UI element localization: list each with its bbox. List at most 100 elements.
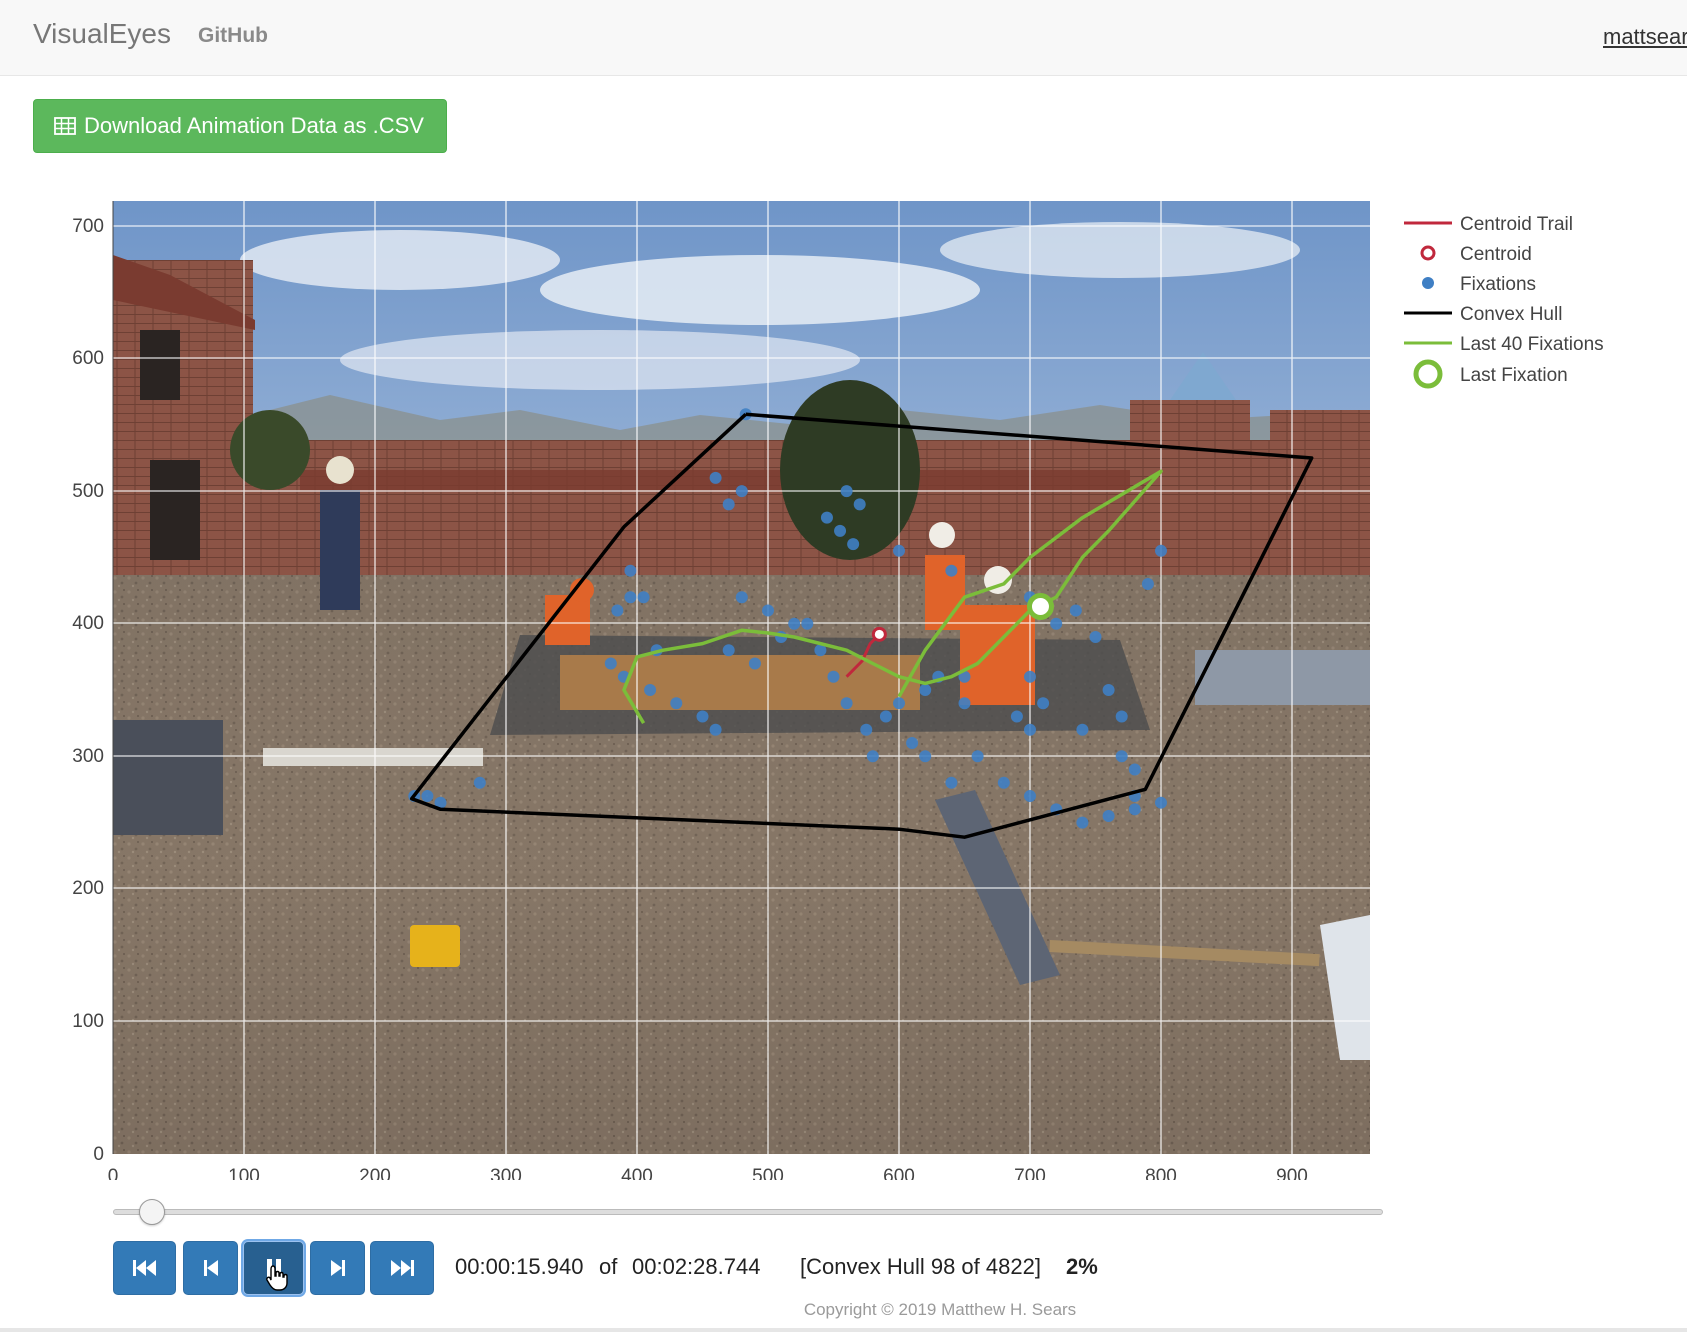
legend-fixations[interactable]: Fixations [1460,274,1536,295]
x-tick: 600 [883,1166,915,1180]
fixation-point [971,750,984,763]
fixation-point [637,591,650,604]
fixation-point [1141,577,1154,590]
x-tick: 100 [228,1166,260,1180]
fixation-point [1115,750,1128,763]
fixation-point [893,544,905,557]
fixation-point [820,511,833,524]
y-tick: 700 [72,216,104,237]
fixation-point [1155,544,1167,557]
fixation-point [1128,803,1141,816]
fixation-point [421,790,434,803]
pause-button[interactable] [243,1241,304,1295]
legend-centroid-trail[interactable]: Centroid Trail [1460,214,1573,235]
current-time: 00:00:15.940 [455,1254,584,1279]
fixation-plot[interactable]: 0 100 200 300 400 500 600 700 800 900 0 … [0,180,1687,1180]
download-csv-button[interactable]: Download Animation Data as .CSV [33,99,447,153]
x-tick: 700 [1014,1166,1046,1180]
fixation-point [840,485,853,498]
x-tick: 0 [108,1166,119,1180]
y-tick: 400 [72,613,104,634]
fixation-point [709,723,722,736]
fixation-point [840,697,853,710]
y-tick: 500 [72,481,104,502]
legend-centroid[interactable]: Centroid [1460,244,1532,265]
legend-convex-hull[interactable]: Convex Hull [1460,304,1562,325]
x-tick: 400 [621,1166,653,1180]
fixation-point [1155,796,1167,809]
y-tick: 100 [72,1011,104,1032]
hand-cursor-icon [266,1265,288,1291]
fixation-point [1024,723,1036,736]
step-back-button[interactable] [183,1241,238,1295]
x-tick: 200 [359,1166,391,1180]
x-axis-ticks: 0 100 200 300 400 500 600 700 800 900 [108,1166,1308,1180]
fixation-point [1076,723,1089,736]
navbar: VisualEyes GitHub mattsear [0,0,1687,76]
centroid-marker [871,626,887,642]
fixation-point [722,498,735,511]
fixation-point [611,604,624,617]
legend-centroid-swatch [1420,245,1436,261]
app-root: VisualEyes GitHub mattsear Download Anim… [0,0,1687,1332]
skip-to-end-button[interactable] [370,1241,434,1295]
y-tick: 600 [72,348,104,369]
timeline-slider[interactable] [113,1209,1383,1215]
fixation-point [919,684,932,697]
fixation-point [1024,790,1036,803]
github-link[interactable]: GitHub [198,24,268,48]
progress-percent: 2% [1066,1254,1098,1279]
fixation-point [1076,816,1089,829]
fixation-point [473,776,486,789]
fixation-point [788,617,801,630]
legend-last-40-fixations[interactable]: Last 40 Fixations [1460,334,1604,355]
legend-last-fixation-swatch [1413,359,1443,389]
fixation-point [1128,763,1141,776]
y-tick: 200 [72,878,104,899]
fixation-point [748,657,761,670]
fixation-point [696,710,709,723]
background-photo [113,201,1370,1154]
fixation-point [997,776,1010,789]
skip-to-start-button[interactable] [113,1241,176,1295]
copyright: Copyright © 2019 Matthew H. Sears [803,1300,1077,1319]
download-csv-label: Download Animation Data as .CSV [84,113,424,138]
fixation-point [945,564,958,577]
footer-bar [0,1328,1687,1332]
time-of-label: of [599,1254,618,1279]
fixation-point [801,617,814,630]
fixation-point [735,485,748,498]
fixation-point [624,564,637,577]
fixation-point [860,723,873,736]
x-tick: 900 [1276,1166,1308,1180]
fixation-point [1010,710,1023,723]
fixation-point [735,591,748,604]
step-forward-button[interactable] [310,1241,365,1295]
last-fixation-marker [1026,592,1054,620]
total-time: 00:02:28.744 [632,1254,761,1279]
y-tick: 300 [72,746,104,767]
hull-status: [Convex Hull 98 of 4822] [800,1254,1041,1279]
timeline-slider-thumb[interactable] [139,1199,166,1225]
legend-last-fixation[interactable]: Last Fixation [1460,365,1568,386]
x-tick: 800 [1145,1166,1177,1180]
fixation-point [847,538,860,551]
fixation-point [1102,684,1115,697]
fixation-point [906,737,919,750]
fixation-point [827,670,840,683]
fixation-point [1102,809,1115,822]
fixation-point [853,498,866,511]
user-link[interactable]: mattsear [1603,24,1687,50]
legend: Centroid Trail Centroid Fixations Convex… [1404,214,1604,389]
x-tick: 500 [752,1166,784,1180]
fixation-point [879,710,892,723]
fixation-point [709,471,722,484]
fixation-point [893,697,905,710]
fixation-point [919,750,932,763]
fixation-point [1089,630,1102,643]
brand-logo[interactable]: VisualEyes [33,18,171,50]
skip-end-icon [391,1260,414,1276]
step-back-icon [203,1260,218,1276]
y-tick: 0 [93,1144,104,1165]
legend-fixations-swatch [1422,277,1434,289]
